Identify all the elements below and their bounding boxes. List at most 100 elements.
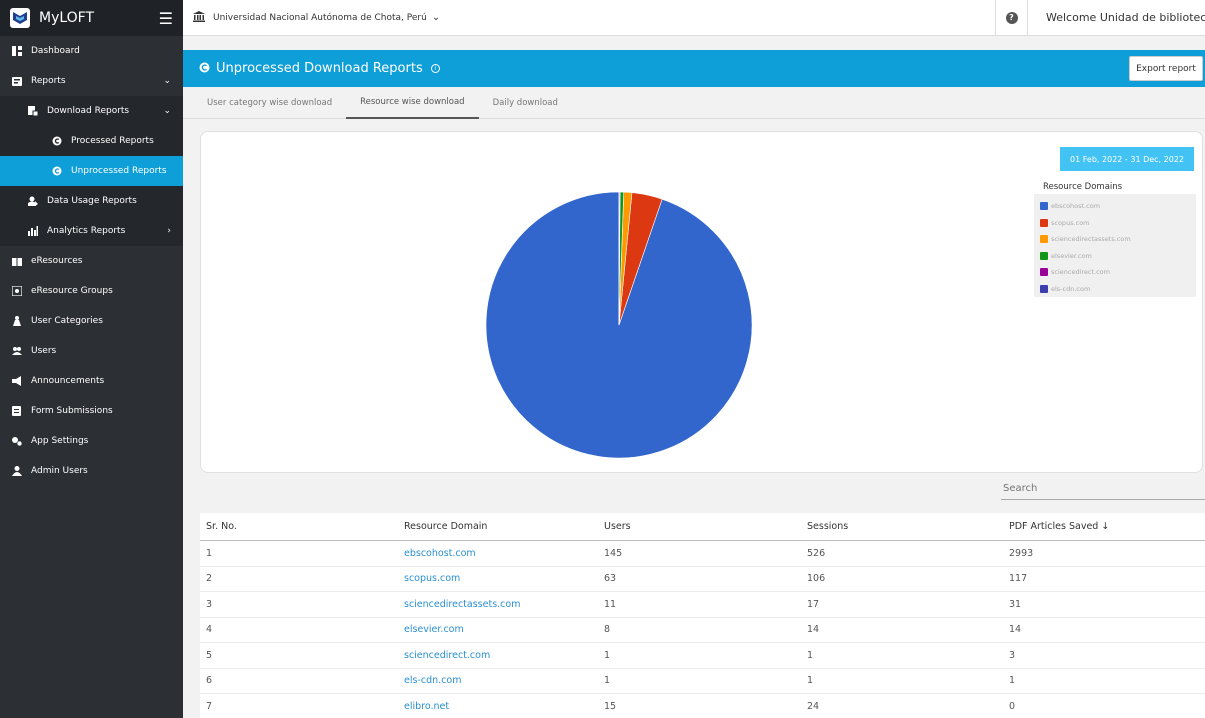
sidebar-item-label: Form Submissions: [31, 406, 113, 416]
sidebar-item-label: Announcements: [31, 376, 105, 386]
legend-label: sciencedirectassets.com: [1051, 235, 1131, 244]
users-cell: 11: [604, 598, 617, 610]
help-button[interactable]: ?: [995, 0, 1027, 36]
form-icon: [12, 406, 22, 416]
sidebar-item-data-usage-reports[interactable]: Data Usage Reports: [0, 186, 183, 216]
sr-no-cell: 1: [206, 547, 213, 559]
legend-item[interactable]: sciencedirect.com: [1040, 264, 1190, 281]
legend-swatch: [1040, 235, 1048, 244]
users-cell: 15: [604, 700, 617, 712]
institution-selector[interactable]: Universidad Nacional Autónoma de Chota, …: [183, 10, 995, 25]
export-report-button[interactable]: Export report: [1129, 56, 1203, 81]
sidebar-item-eresources[interactable]: eResources: [0, 246, 183, 276]
myloft-logo-icon: [10, 8, 30, 28]
institution-name: Universidad Nacional Autónoma de Chota, …: [213, 12, 427, 23]
info-icon[interactable]: i: [430, 64, 440, 73]
chevron-down-icon: ⌄: [431, 12, 441, 23]
date-range-badge[interactable]: 01 Feb, 2022 - 31 Dec, 2022: [1060, 147, 1194, 171]
sidebar-item-reports[interactable]: Reports ⌄: [0, 66, 183, 96]
legend-item[interactable]: scopus.com: [1040, 215, 1190, 232]
sessions-cell: 526: [807, 547, 826, 559]
legend-item[interactable]: ebscohost.com: [1040, 198, 1190, 215]
book-icon: [12, 256, 22, 266]
institution-icon: [193, 10, 205, 25]
resource-domain-link[interactable]: sciencedirectassets.com: [404, 599, 604, 610]
sidebar-item-admin-users[interactable]: Admin Users: [0, 456, 183, 486]
legend-item[interactable]: els-cdn.com: [1040, 281, 1190, 298]
settings-icon: [12, 436, 22, 446]
sidebar-item-announcements[interactable]: Announcements: [0, 366, 183, 396]
table-row: 5 sciencedirect.com 1 1 3: [200, 643, 1205, 669]
tab-daily-download[interactable]: Daily download: [479, 87, 572, 119]
user-menu[interactable]: Welcome Unidad de biblioteca ⌄: [1027, 0, 1205, 36]
users-icon: [12, 346, 22, 356]
sidebar-item-app-settings[interactable]: App Settings: [0, 426, 183, 456]
copyright-icon: [52, 136, 62, 146]
column-header[interactable]: Sessions: [807, 521, 1009, 532]
sidebar-item-download-reports[interactable]: Download Reports ⌄: [0, 96, 183, 126]
column-header[interactable]: Users: [604, 521, 807, 532]
admin-icon: [12, 466, 22, 476]
legend-swatch: [1040, 218, 1048, 227]
resource-domain-link[interactable]: sciencedirect.com: [404, 650, 604, 661]
sr-no-cell: 4: [206, 624, 213, 636]
column-header[interactable]: PDF Articles Saved ↓: [1009, 521, 1205, 532]
page-title: Unprocessed Download Reports: [216, 61, 423, 76]
copyright-icon: [199, 62, 210, 76]
chevron-down-icon: ⌄: [163, 76, 171, 86]
chart-legend: ebscohost.com scopus.com sciencedirectasse…: [1034, 194, 1196, 297]
table-header-row: Sr. No. Resource Domain Users Sessions P…: [200, 513, 1205, 541]
app-name: MyLOFT: [39, 10, 95, 26]
users-cell: 8: [604, 624, 611, 636]
sidebar-item-label: App Settings: [31, 436, 89, 446]
sidebar: MyLOFT ☰ Dashboard Reports ⌄ Download Re…: [0, 0, 183, 718]
legend-label: elsevier.com: [1051, 251, 1092, 260]
sidebar-item-analytics-reports[interactable]: Analytics Reports ›: [0, 216, 183, 246]
sidebar-item-processed-reports[interactable]: Processed Reports: [0, 126, 183, 156]
legend-label: sciencedirect.com: [1051, 268, 1110, 277]
sessions-cell: 24: [807, 700, 820, 712]
sr-no-cell: 2: [206, 573, 213, 585]
legend-label: ebscohost.com: [1051, 202, 1101, 211]
user-categories-icon: [12, 316, 22, 326]
resource-domain-link[interactable]: scopus.com: [404, 573, 604, 584]
welcome-text: Welcome Unidad de biblioteca: [1046, 11, 1205, 24]
analytics-icon: [28, 226, 38, 236]
tab-user-category-wise-download[interactable]: User category wise download: [193, 87, 346, 119]
sidebar-item-dashboard[interactable]: Dashboard: [0, 36, 183, 66]
report-tabs: User category wise download Resource wis…: [183, 87, 1205, 119]
legend-swatch: [1040, 268, 1048, 277]
sidebar-item-label: Data Usage Reports: [47, 196, 137, 206]
column-header[interactable]: Resource Domain: [404, 521, 604, 532]
resource-domain-link[interactable]: elsevier.com: [404, 624, 604, 635]
resource-domain-link[interactable]: els-cdn.com: [404, 675, 604, 686]
legend-item[interactable]: elsevier.com: [1040, 248, 1190, 265]
chevron-down-icon: ⌄: [163, 106, 171, 116]
sidebar-item-unprocessed-reports[interactable]: Unprocessed Reports: [0, 156, 183, 186]
sidebar-item-form-submissions[interactable]: Form Submissions: [0, 396, 183, 426]
legend-item[interactable]: sciencedirectassets.com: [1040, 231, 1190, 248]
resource-domain-link[interactable]: ebscohost.com: [404, 548, 604, 559]
sidebar-item-label: Download Reports: [47, 106, 130, 116]
sidebar-item-user-categories[interactable]: User Categories: [0, 306, 183, 336]
resource-table: Sr. No. Resource Domain Users Sessions P…: [200, 513, 1205, 718]
top-bar: Universidad Nacional Autónoma de Chota, …: [183, 0, 1205, 36]
sidebar-item-users[interactable]: Users: [0, 336, 183, 366]
hamburger-menu-icon[interactable]: ☰: [159, 9, 173, 28]
column-header[interactable]: Sr. No.: [200, 521, 404, 532]
sessions-cell: 1: [807, 649, 814, 661]
sidebar-item-label: Analytics Reports: [47, 226, 126, 236]
pdf-articles-cell: 31: [1009, 598, 1022, 610]
search-input[interactable]: [1001, 478, 1205, 500]
users-cell: 1: [604, 649, 611, 661]
table-row: 7 elibro.net 15 24 0: [200, 694, 1205, 718]
dashboard-icon: [12, 46, 22, 56]
sr-no-cell: 3: [206, 598, 213, 610]
legend-swatch: [1040, 251, 1048, 260]
sr-no-cell: 5: [206, 649, 213, 661]
tab-resource-wise-download[interactable]: Resource wise download: [346, 87, 479, 119]
sidebar-item-label: User Categories: [31, 316, 103, 326]
sidebar-item-label: Dashboard: [31, 46, 80, 56]
sidebar-item-eresource-groups[interactable]: eResource Groups: [0, 276, 183, 306]
resource-domain-link[interactable]: elibro.net: [404, 701, 604, 712]
